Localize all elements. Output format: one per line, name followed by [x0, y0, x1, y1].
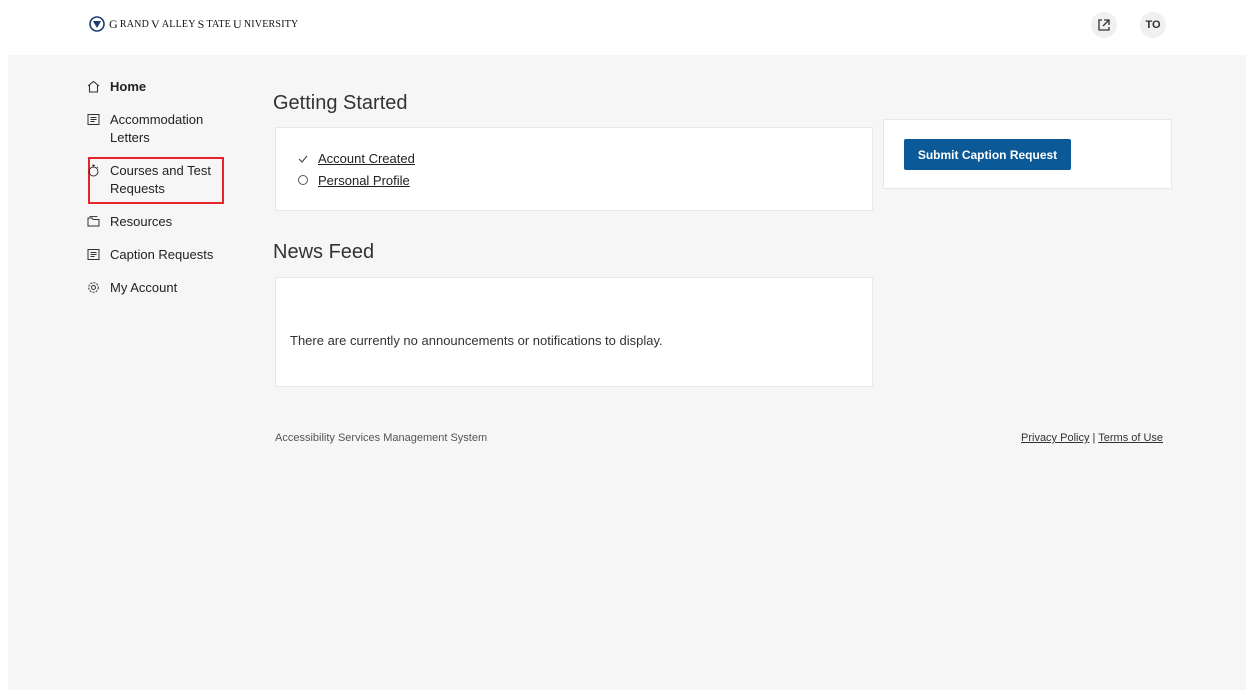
folder-icon: [84, 213, 102, 231]
home-icon: [84, 78, 102, 96]
news-feed-card: There are currently no announcements or …: [275, 277, 873, 387]
top-bar: G RAND V ALLEY S TATE U NIVERSITY TO: [0, 0, 1253, 55]
external-link-button[interactable]: [1091, 12, 1117, 38]
logo-text: TATE: [206, 18, 231, 30]
getting-started-title: Getting Started: [273, 92, 408, 114]
privacy-policy-link[interactable]: Privacy Policy: [1021, 432, 1089, 444]
logo-text: NIVERSITY: [243, 18, 299, 30]
sidebar-item-label: Accommodation Letters: [110, 112, 204, 145]
university-logo[interactable]: G RAND V ALLEY S TATE U NIVERSITY: [89, 16, 298, 32]
logo-text: G: [109, 16, 118, 31]
sidebar-item-my-account[interactable]: My Account: [84, 279, 220, 297]
logo-text: U: [233, 16, 242, 31]
caption-request-card: Submit Caption Request: [883, 119, 1172, 189]
news-feed-title: News Feed: [273, 241, 375, 263]
sidebar-item-label: Courses and Test Requests: [110, 163, 211, 196]
terms-of-use-link[interactable]: Terms of Use: [1098, 432, 1163, 444]
empty-circle-icon: [298, 174, 318, 188]
gvsu-shield-icon: [89, 16, 105, 32]
logo-text: S: [197, 16, 205, 31]
timer-icon: [84, 162, 102, 180]
sidebar-item-caption-requests[interactable]: Caption Requests: [84, 246, 220, 264]
logo-text: ALLEY: [161, 18, 196, 30]
gear-icon: [84, 279, 102, 297]
logo-text: V: [151, 16, 160, 31]
checklist-item-personal-profile[interactable]: Personal Profile: [298, 173, 410, 188]
account-created-link[interactable]: Account Created: [318, 151, 415, 166]
letter-icon: [84, 111, 102, 129]
submit-caption-request-button[interactable]: Submit Caption Request: [904, 139, 1071, 170]
sidebar-item-home[interactable]: Home: [84, 78, 220, 96]
external-link-icon: [1098, 19, 1110, 31]
sidebar-item-label: Resources: [110, 214, 173, 229]
sidebar-item-courses-and-test-requests[interactable]: Courses and Test Requests: [84, 162, 220, 198]
footer-separator: |: [1092, 432, 1096, 444]
checklist-item-account-created[interactable]: Account Created: [298, 151, 415, 166]
sidebar-item-resources[interactable]: Resources: [84, 213, 220, 231]
footer-system-name: Accessibility Services Management System: [275, 432, 488, 444]
caption-icon: [84, 246, 102, 264]
footer-links: Privacy Policy | Terms of Use: [1021, 432, 1163, 444]
main-area: Home Accommodation Letters Courses and T…: [8, 55, 1246, 690]
logo-text: RAND: [119, 18, 150, 30]
sidebar-item-label: Caption Requests: [110, 247, 214, 262]
getting-started-card: Account Created Personal Profile: [275, 127, 873, 211]
sidebar-item-accommodation-letters[interactable]: Accommodation Letters: [84, 111, 220, 147]
personal-profile-link[interactable]: Personal Profile: [318, 173, 410, 188]
user-avatar[interactable]: TO: [1140, 12, 1166, 38]
check-icon: [298, 152, 318, 166]
sidebar-item-label: My Account: [110, 280, 178, 295]
news-feed-empty-message: There are currently no announcements or …: [290, 333, 663, 348]
sidebar-item-label: Home: [110, 79, 147, 94]
